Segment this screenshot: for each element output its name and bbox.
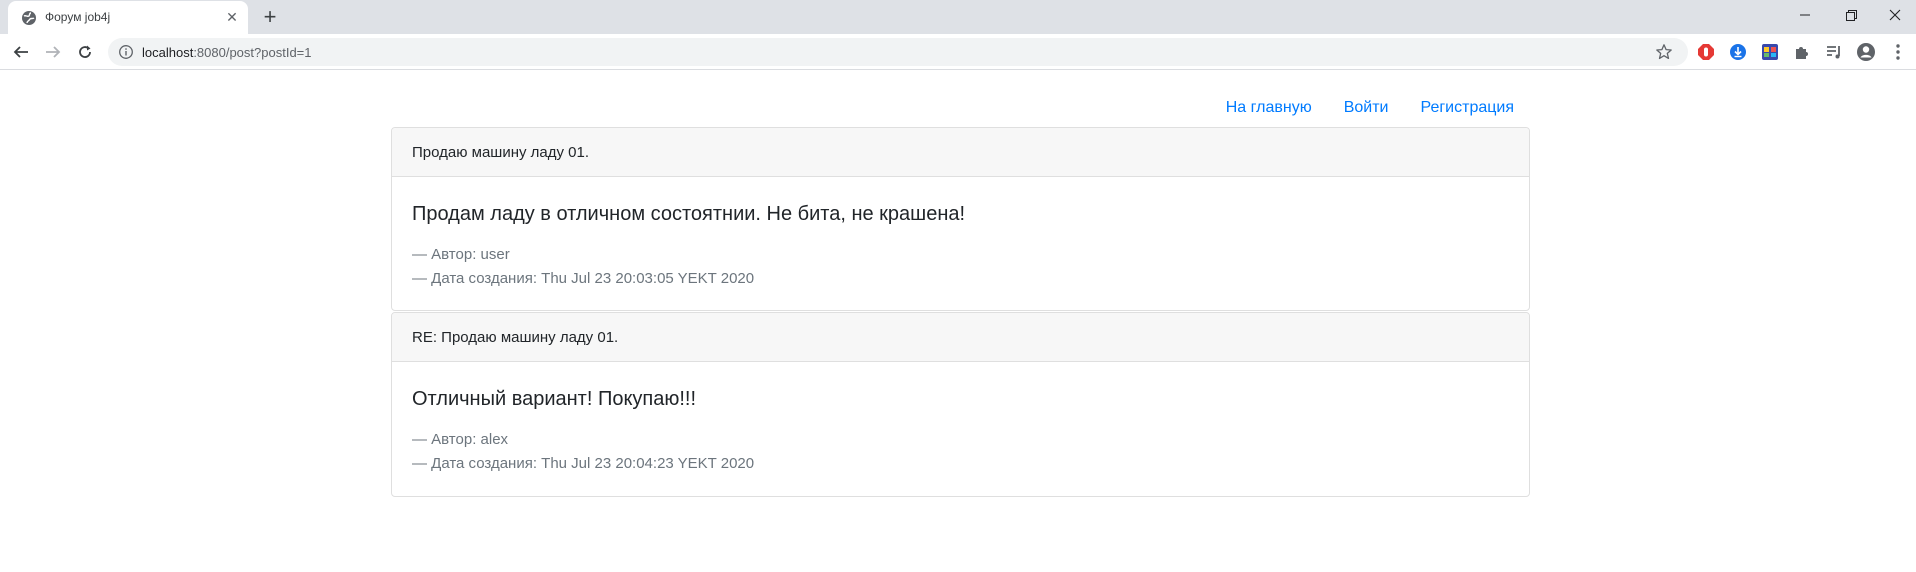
window-close-icon[interactable] bbox=[1872, 0, 1916, 30]
browser-tabstrip: Форум job4j ✕ + bbox=[0, 0, 1916, 34]
post-body: Продам ладу в отличном состоятнии. Не би… bbox=[392, 177, 1529, 291]
nav-login-link[interactable]: Войти bbox=[1344, 96, 1389, 120]
more-menu-icon[interactable] bbox=[1888, 42, 1908, 62]
window-minimize-icon[interactable] bbox=[1782, 0, 1828, 30]
forward-arrow-icon[interactable] bbox=[41, 40, 65, 64]
nav-register-link[interactable]: Регистрация bbox=[1420, 96, 1514, 120]
post-title: Продаю машину ладу 01. bbox=[392, 128, 1529, 177]
reload-icon[interactable] bbox=[73, 40, 97, 64]
window-restore-icon[interactable] bbox=[1828, 0, 1874, 30]
reply-card: RE: Продаю машину ладу 01. Отличный вари… bbox=[391, 312, 1530, 497]
download-extension-icon[interactable] bbox=[1728, 42, 1748, 62]
reply-title: RE: Продаю машину ладу 01. bbox=[392, 313, 1529, 362]
post-card: Продаю машину ладу 01. Продам ладу в отл… bbox=[391, 127, 1530, 311]
reply-body: Отличный вариант! Покупаю!!! — Автор: al… bbox=[392, 362, 1529, 476]
info-icon[interactable] bbox=[118, 44, 134, 60]
tab-close-icon[interactable]: ✕ bbox=[224, 9, 240, 25]
tab-title: Форум job4j bbox=[45, 10, 111, 24]
browser-toolbar: localhost:8080/post?postId=1 bbox=[0, 34, 1916, 70]
adblock-extension-icon[interactable] bbox=[1696, 42, 1716, 62]
address-bar[interactable]: localhost:8080/post?postId=1 bbox=[108, 38, 1688, 66]
reply-text: Отличный вариант! Покупаю!!! bbox=[412, 388, 697, 410]
puzzle-extensions-icon[interactable] bbox=[1792, 42, 1812, 62]
back-arrow-icon[interactable] bbox=[9, 40, 33, 64]
browser-tab[interactable]: Форум job4j ✕ bbox=[8, 1, 248, 34]
globe-icon bbox=[22, 11, 36, 25]
top-navigation: На главную Войти Регистрация bbox=[1226, 96, 1514, 120]
url-path: :8080/post?postId=1 bbox=[193, 45, 312, 60]
post-created-date: — Дата создания: Thu Jul 23 20:03:05 YEK… bbox=[412, 270, 755, 287]
url-host: localhost bbox=[142, 45, 194, 60]
post-text: Продам ладу в отличном состоятнии. Не би… bbox=[412, 203, 966, 225]
nav-home-link[interactable]: На главную bbox=[1226, 96, 1312, 120]
new-tab-icon[interactable]: + bbox=[258, 6, 282, 30]
colorful-extension-icon[interactable] bbox=[1760, 42, 1780, 62]
profile-avatar-icon[interactable] bbox=[1856, 42, 1876, 62]
media-queue-icon[interactable] bbox=[1824, 42, 1844, 62]
url-text: localhost:8080/post?postId=1 bbox=[142, 45, 312, 60]
post-author: — Автор: user bbox=[412, 246, 510, 263]
bookmark-star-icon[interactable] bbox=[1655, 43, 1673, 61]
reply-created-date: — Дата создания: Thu Jul 23 20:04:23 YEK… bbox=[412, 455, 755, 472]
reply-author: — Автор: alex bbox=[412, 431, 509, 448]
